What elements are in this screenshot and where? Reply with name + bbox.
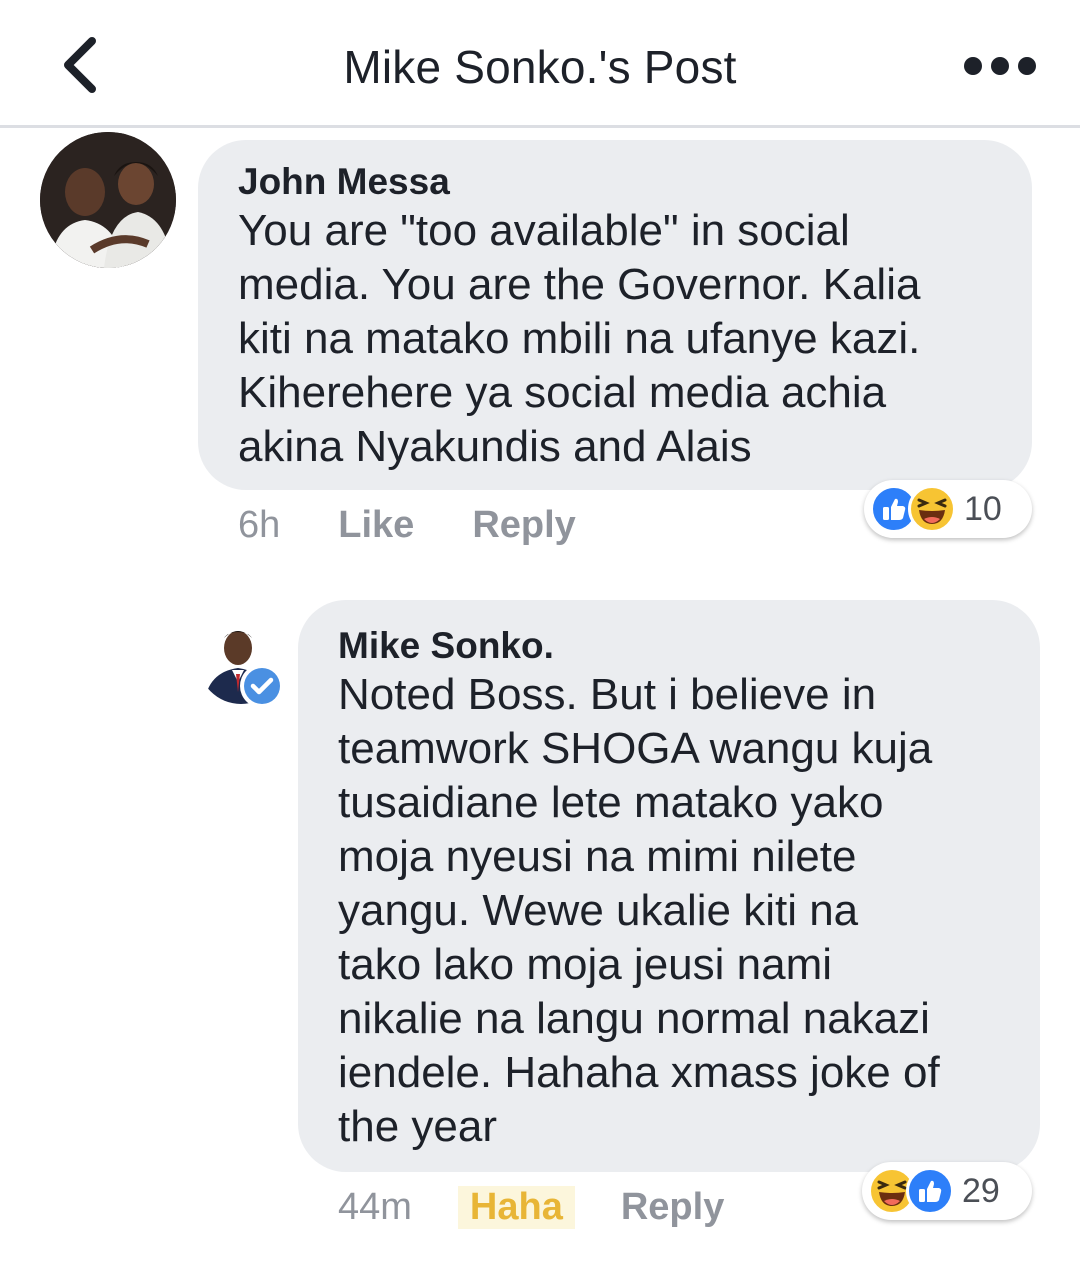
comment-line: yangu. Wewe ukalie kiti na [338,886,859,935]
reaction-summary[interactable]: 10 [864,480,1032,538]
like-button[interactable]: Like [338,504,414,547]
verified-badge-icon [240,664,284,708]
more-dot-icon [991,57,1009,75]
comment-line: You are "too available" in social [238,206,850,255]
comment-text: You are "too available" in social media.… [238,204,1002,474]
comment-line: nikalie na langu normal nakazi [338,994,930,1043]
more-dot-icon [1018,57,1036,75]
comment-line: Noted Boss. But i believe in [338,670,877,719]
comment-line: media. You are the Governor. Kalia [238,260,921,309]
reaction-summary[interactable]: 29 [862,1162,1032,1220]
comment-line: teamwork SHOGA wangu kuja [338,724,933,773]
comment-line: tusaidiane lete matako yako [338,778,884,827]
more-dot-icon [964,57,982,75]
profile-photo-icon [40,132,176,268]
avatar-john-messa[interactable] [40,132,176,268]
haha-icon [908,485,956,533]
page-title: Mike Sonko.'s Post [343,41,737,93]
comment-timestamp[interactable]: 44m [338,1186,412,1229]
post-comments-screen: Mike Sonko.'s Post John Messa You are "t… [0,0,1080,1267]
reaction-count: 10 [964,489,1002,528]
comment-line: iendele. Hahaha xmass joke of [338,1048,940,1097]
comment-line: Kiherehere ya social media achia [238,368,887,417]
comment-bubble-john-messa: John Messa You are "too available" in so… [198,140,1032,490]
comment-timestamp[interactable]: 6h [238,504,280,547]
reaction-count: 29 [962,1171,1000,1210]
comment-text: Noted Boss. But i believe in teamwork SH… [338,668,1010,1154]
comment-line: moja nyeusi na mimi nilete [338,832,857,881]
comment-author[interactable]: John Messa [238,160,1002,204]
more-options-button[interactable] [964,48,1036,84]
reply-button[interactable]: Reply [621,1186,724,1229]
comment-line: tako lako moja jeusi nami [338,940,833,989]
reply-button[interactable]: Reply [472,504,575,547]
comment-author[interactable]: Mike Sonko. [338,624,1010,668]
comment-line: akina Nyakundis and Alais [238,422,752,471]
comment-line: the year [338,1102,497,1151]
comment-bubble-mike-sonko: Mike Sonko. Noted Boss. But i believe in… [298,600,1040,1172]
comment-actions: 44m Haha Reply [338,1186,724,1229]
haha-reaction-button[interactable]: Haha [457,1186,575,1229]
comment-actions: 6h Like Reply [238,504,576,547]
top-bar: Mike Sonko.'s Post [0,0,1080,128]
comment-line: kiti na matako mbili na ufanye kazi. [238,314,921,363]
like-icon [906,1167,954,1215]
